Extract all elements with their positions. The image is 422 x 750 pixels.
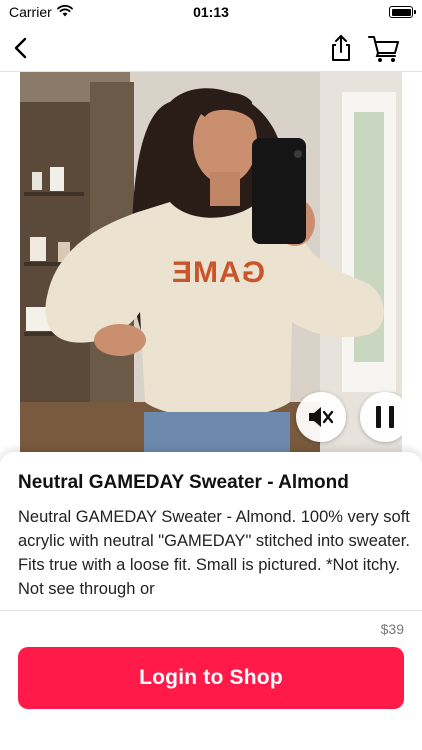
product-video[interactable]: GAME (20, 72, 402, 452)
login-to-shop-button[interactable]: Login to Shop (18, 647, 404, 709)
purchase-bar: $39 Login to Shop (0, 610, 422, 750)
battery-icon (389, 6, 416, 18)
product-description: Neutral GAMEDAY Sweater - Almond. 100% v… (18, 508, 410, 598)
cart-icon[interactable] (367, 33, 401, 63)
pause-button[interactable] (360, 392, 402, 442)
chevron-left-icon[interactable] (8, 34, 36, 62)
mute-button[interactable] (296, 392, 346, 442)
product-price: $39 (380, 621, 404, 637)
pause-icon (376, 406, 394, 428)
share-icon[interactable] (326, 33, 356, 63)
product-title: Neutral GAMEDAY Sweater - Almond (18, 472, 349, 493)
mute-icon (309, 407, 334, 427)
status-bar: Carrier 01:13 (0, 0, 422, 26)
clock: 01:13 (193, 4, 229, 20)
sweater-print: GAME (171, 256, 265, 289)
nav-bar (0, 26, 422, 72)
product-info-card[interactable]: Neutral GAMEDAY Sweater - Almond Neutral… (0, 452, 422, 612)
